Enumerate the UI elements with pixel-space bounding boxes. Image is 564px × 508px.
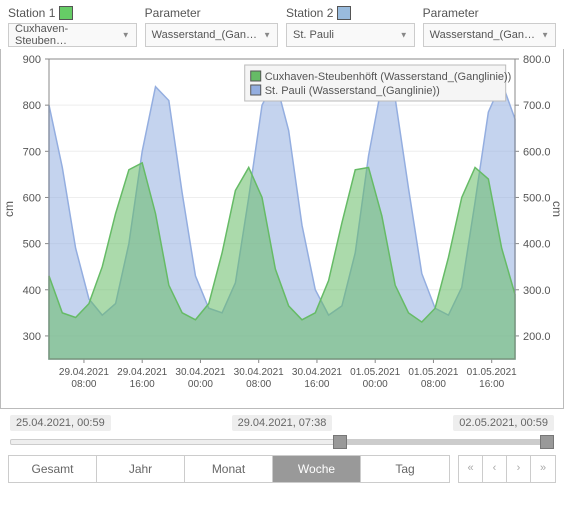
svg-text:08:00: 08:00: [421, 379, 446, 390]
time-slider[interactable]: [0, 433, 564, 451]
station2-label: Station 2: [286, 6, 333, 20]
nav-prev-button[interactable]: ‹: [483, 456, 507, 482]
chart-svg: 300 400 500 600 700 800 900 200.0 300.0 400.0 500.…: [1, 49, 563, 407]
nav-buttons: « ‹ › »: [458, 455, 556, 483]
range-end: 02.05.2021, 00:59: [453, 415, 554, 431]
caret-down-icon: ▼: [122, 31, 130, 40]
param1-label: Parameter: [145, 6, 201, 20]
range-row: 25.04.2021, 00:59 29.04.2021, 07:38 02.0…: [0, 409, 564, 433]
svg-text:29.04.2021: 29.04.2021: [59, 367, 109, 378]
station2-value: St. Pauli: [293, 29, 334, 41]
svg-text:900: 900: [23, 54, 41, 66]
nav-last-button[interactable]: »: [531, 456, 555, 482]
slider-handle-left[interactable]: [333, 435, 347, 449]
svg-text:200.0: 200.0: [523, 331, 551, 343]
param1-group: Parameter Wasserstand_(Gan… ▼: [145, 6, 278, 47]
svg-text:Cuxhaven-Steubenhöft (Wasserst: Cuxhaven-Steubenhöft (Wasserstand_(Gangl…: [265, 71, 512, 83]
svg-text:500.0: 500.0: [523, 192, 551, 204]
nav-first-button[interactable]: «: [459, 456, 483, 482]
svg-text:800.0: 800.0: [523, 54, 551, 66]
svg-text:00:00: 00:00: [363, 379, 388, 390]
svg-text:30.04.2021: 30.04.2021: [292, 367, 342, 378]
caret-down-icon: ▼: [541, 31, 549, 40]
svg-text:cm: cm: [2, 201, 16, 217]
station1-group: Station 1 Cuxhaven-Steuben… ▼: [8, 6, 137, 47]
svg-text:08:00: 08:00: [71, 379, 96, 390]
caret-down-icon: ▼: [263, 31, 271, 40]
svg-text:16:00: 16:00: [304, 379, 329, 390]
time-tabs: Gesamt Jahr Monat Woche Tag: [8, 455, 450, 483]
slider-fill: [338, 439, 552, 445]
range-start: 25.04.2021, 00:59: [10, 415, 111, 431]
controls-row: Station 1 Cuxhaven-Steuben… ▼ Parameter …: [0, 0, 564, 49]
param1-value: Wasserstand_(Gan…: [152, 29, 257, 41]
svg-text:08:00: 08:00: [246, 379, 271, 390]
svg-text:300.0: 300.0: [523, 285, 551, 297]
chart-area: 300 400 500 600 700 800 900 200.0 300.0 400.0 500.…: [0, 49, 564, 409]
svg-text:29.04.2021: 29.04.2021: [117, 367, 167, 378]
svg-text:St. Pauli (Wasserstand_(Gangli: St. Pauli (Wasserstand_(Ganglinie)): [265, 85, 440, 97]
param2-group: Parameter Wasserstand_(Gan… ▼: [423, 6, 556, 47]
station2-group: Station 2 St. Pauli ▼: [286, 6, 415, 47]
svg-text:16:00: 16:00: [130, 379, 155, 390]
tab-monat[interactable]: Monat: [185, 456, 273, 482]
svg-text:400.0: 400.0: [523, 239, 551, 251]
time-tabs-row: Gesamt Jahr Monat Woche Tag « ‹ › »: [0, 451, 564, 493]
nav-next-button[interactable]: ›: [507, 456, 531, 482]
param1-select[interactable]: Wasserstand_(Gan… ▼: [145, 23, 278, 47]
svg-text:01.05.2021: 01.05.2021: [408, 367, 458, 378]
tab-gesamt[interactable]: Gesamt: [9, 456, 97, 482]
tab-woche[interactable]: Woche: [273, 456, 361, 482]
station1-select[interactable]: Cuxhaven-Steuben… ▼: [8, 23, 137, 47]
svg-text:700.0: 700.0: [523, 100, 551, 112]
param2-value: Wasserstand_(Gan…: [430, 29, 535, 41]
svg-text:01.05.2021: 01.05.2021: [467, 367, 517, 378]
svg-text:600.0: 600.0: [523, 146, 551, 158]
svg-text:500: 500: [23, 239, 41, 251]
station2-select[interactable]: St. Pauli ▼: [286, 23, 415, 47]
station1-value: Cuxhaven-Steuben…: [15, 23, 116, 47]
slider-handle-right[interactable]: [540, 435, 554, 449]
station2-swatch: [337, 6, 351, 20]
svg-text:cm: cm: [550, 201, 563, 217]
svg-text:30.04.2021: 30.04.2021: [175, 367, 225, 378]
param2-label: Parameter: [423, 6, 479, 20]
svg-text:00:00: 00:00: [188, 379, 213, 390]
caret-down-icon: ▼: [400, 31, 408, 40]
svg-text:800: 800: [23, 100, 41, 112]
svg-text:400: 400: [23, 285, 41, 297]
param2-select[interactable]: Wasserstand_(Gan… ▼: [423, 23, 556, 47]
station1-swatch: [59, 6, 73, 20]
svg-text:600: 600: [23, 192, 41, 204]
range-mid: 29.04.2021, 07:38: [232, 415, 333, 431]
tab-tag[interactable]: Tag: [361, 456, 449, 482]
station1-label: Station 1: [8, 6, 55, 20]
svg-text:700: 700: [23, 146, 41, 158]
svg-text:16:00: 16:00: [479, 379, 504, 390]
svg-text:01.05.2021: 01.05.2021: [350, 367, 400, 378]
svg-text:300: 300: [23, 331, 41, 343]
svg-text:30.04.2021: 30.04.2021: [234, 367, 284, 378]
tab-jahr[interactable]: Jahr: [97, 456, 185, 482]
